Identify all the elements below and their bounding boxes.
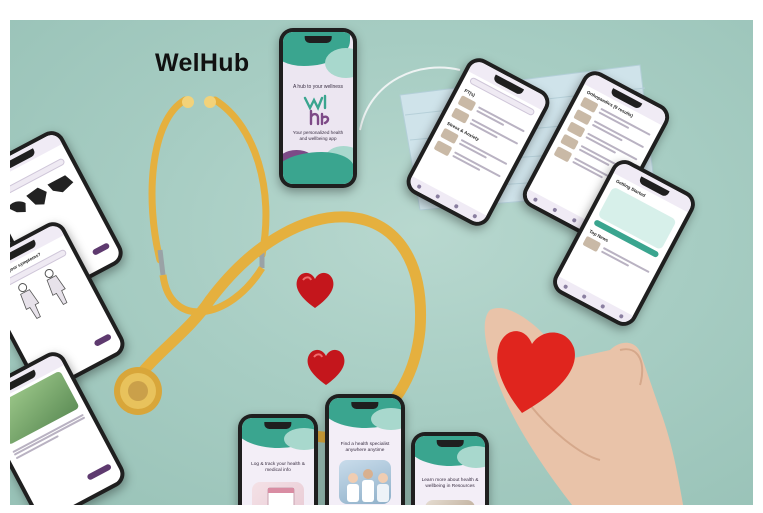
feature-phone-find: Find a health specialist anywhere anytim… [325,394,405,513]
promo-scene: WelHub A hub to your wellness Your perso… [0,0,763,513]
welhub-logo-icon [303,94,330,126]
splash-tagline: A hub to your wellness [292,84,344,90]
heart-icon [296,272,334,308]
splash-description: Your personalized health and wellbeing a… [292,130,344,141]
heart-icon [497,331,575,413]
feature-phone-log: Log & track your health & medical info [238,414,318,513]
next-button[interactable] [91,242,111,256]
specialists-photo [339,460,391,504]
feature-text-find: Find a health specialist anywhere anytim… [340,442,390,454]
feature-text-log: Log & track your health & medical info [251,462,305,474]
feature-phone-learn: Learn more about health & wellbeing in R… [411,432,489,513]
app-logo [283,92,353,131]
feature-text-learn: Learn more about health & wellbeing in R… [421,478,479,490]
brand-title: WelHub [155,49,250,77]
next-button[interactable] [93,333,113,347]
splash-screen: A hub to your wellness Your personalized… [283,32,353,184]
splash-phone: A hub to your wellness Your personalized… [279,28,357,188]
heart-icon [307,349,345,385]
read-more-button[interactable] [86,463,113,481]
